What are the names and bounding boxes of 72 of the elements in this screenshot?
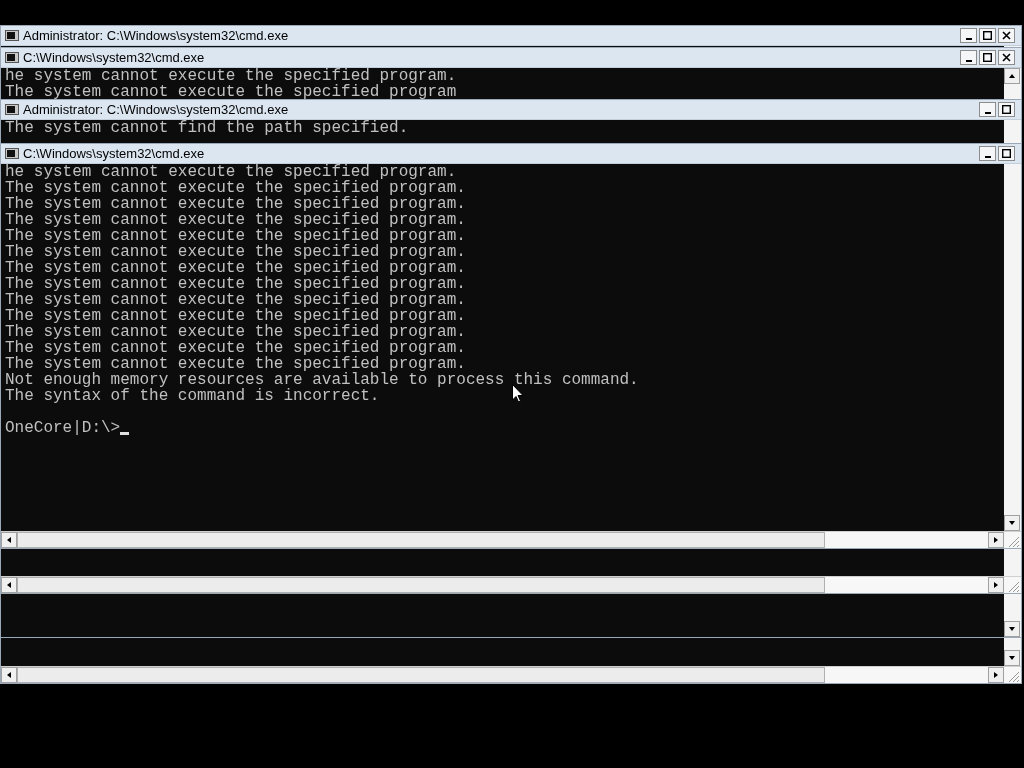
output-line: The syntax of the command is incorrect. [5, 388, 380, 404]
output-line: The system cannot find the path specified. [5, 120, 409, 136]
window-title: Administrator: C:\Windows\system32\cmd.exe [23, 29, 290, 42]
output-line: The system cannot execute the specified program. [5, 340, 466, 356]
minimize-button[interactable] [960, 28, 977, 43]
mouse-pointer-icon [512, 384, 524, 403]
close-button[interactable] [998, 50, 1015, 65]
text-cursor [120, 432, 130, 435]
maximize-button[interactable] [979, 50, 996, 65]
window-title: C:\Windows\system32\cmd.exe [23, 51, 206, 64]
output-line: The system cannot execute the specified program. [5, 292, 466, 308]
scroll-left-button[interactable] [1, 532, 17, 548]
maximize-icon [1002, 149, 1011, 158]
scroll-left-button[interactable] [1, 667, 17, 683]
close-icon [1002, 53, 1011, 62]
close-button[interactable] [998, 28, 1015, 43]
arrow-left-icon [6, 536, 12, 544]
scroll-down-button[interactable] [1004, 621, 1020, 637]
scroll-right-button[interactable] [988, 577, 1004, 593]
scroll-thumb[interactable] [17, 532, 825, 548]
scroll-right-button[interactable] [988, 532, 1004, 548]
arrow-down-icon [1008, 626, 1016, 632]
minimize-icon [965, 38, 972, 40]
scroll-down-button[interactable] [1004, 515, 1020, 531]
arrow-up-icon [1008, 73, 1016, 79]
maximize-button[interactable] [998, 102, 1015, 117]
console-icon [5, 148, 19, 159]
output-line: he system cannot execute the specified program. [5, 68, 457, 84]
output-line: The system cannot execute the specified program. [5, 356, 466, 372]
output-line: The system cannot execute the specified program. [5, 260, 466, 276]
output-line: Not enough memory resources are available to process this command. [5, 372, 639, 388]
arrow-right-icon [993, 581, 999, 589]
output-line: The system cannot execute the specified program. [5, 308, 466, 324]
scroll-left-button[interactable] [1, 577, 17, 593]
minimize-button[interactable] [960, 50, 977, 65]
output-line: The system cannot execute the specified program. [5, 212, 466, 228]
arrow-left-icon [6, 671, 12, 679]
output-line: The system cannot execute the specified program. [5, 276, 466, 292]
window-title: C:\Windows\system32\cmd.exe [23, 147, 206, 160]
maximize-icon [983, 31, 992, 40]
console-icon [5, 30, 19, 41]
output-line: The system cannot execute the specified program. [5, 244, 466, 260]
minimize-icon [984, 156, 991, 158]
console-icon [5, 104, 19, 115]
arrow-left-icon [6, 581, 12, 589]
command-prompt: OneCore|D:\> [5, 420, 121, 436]
output-line: The system cannot execute the specified program. [5, 196, 466, 212]
arrow-down-icon [1008, 655, 1016, 661]
maximize-button[interactable] [979, 28, 996, 43]
output-line: The system cannot execute the specified program. [5, 324, 466, 340]
arrow-right-icon [993, 671, 999, 679]
scroll-right-button[interactable] [988, 667, 1004, 683]
scroll-thumb[interactable] [17, 577, 825, 593]
window-title: Administrator: C:\Windows\system32\cmd.exe [23, 103, 290, 116]
maximize-icon [1002, 105, 1011, 114]
scroll-thumb[interactable] [17, 667, 825, 683]
scroll-down-button[interactable] [1004, 650, 1020, 666]
output-line: he system cannot execute the specified program. [5, 164, 457, 180]
minimize-button[interactable] [979, 146, 996, 161]
output-line: The system cannot execute the specified program. [5, 180, 466, 196]
console-icon [5, 52, 19, 63]
output-line: The system cannot execute the specified program [5, 84, 457, 100]
minimize-button[interactable] [979, 102, 996, 117]
minimize-icon [984, 112, 991, 114]
output-line: The system cannot execute the specified program. [5, 228, 466, 244]
close-icon [1002, 31, 1011, 40]
arrow-right-icon [993, 536, 999, 544]
maximize-button[interactable] [998, 146, 1015, 161]
maximize-icon [983, 53, 992, 62]
scroll-up-button[interactable] [1004, 68, 1020, 84]
minimize-icon [965, 60, 972, 62]
arrow-down-icon [1008, 520, 1016, 526]
